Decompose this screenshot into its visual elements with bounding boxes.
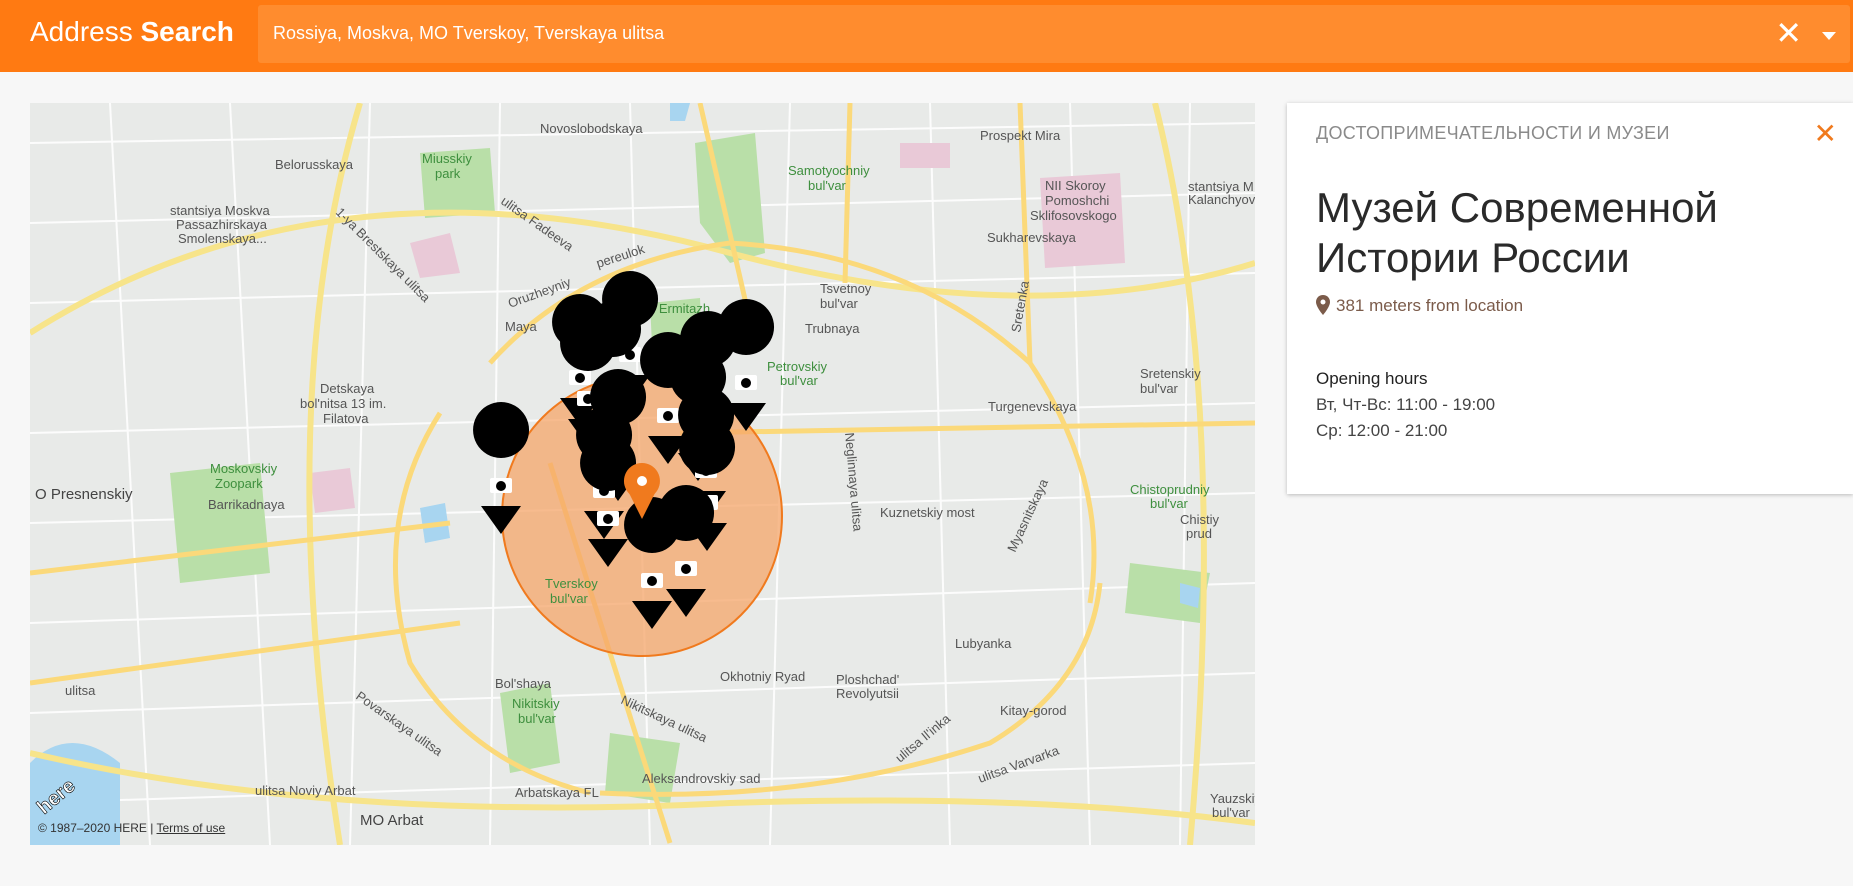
map-view[interactable]: Novoslobodskaya Prospekt Mira Belorusska… <box>30 103 1255 845</box>
map-canvas[interactable]: Novoslobodskaya Prospekt Mira Belorusska… <box>30 103 1255 845</box>
svg-text:Pomoshchi: Pomoshchi <box>1045 193 1109 208</box>
app-title: Address Search <box>30 16 234 47</box>
top-bar: Address Search Rossiya, Moskva, MO Tvers… <box>0 0 1853 72</box>
svg-text:Prospekt Mira: Prospekt Mira <box>980 128 1061 143</box>
svg-text:O Presnenskiy: O Presnenskiy <box>35 486 133 503</box>
svg-text:Aleksandrovskiy sad: Aleksandrovskiy sad <box>642 771 761 786</box>
search-input[interactable]: Rossiya, Moskva, MO Tverskoy, Tverskaya … <box>273 23 664 44</box>
svg-text:Barrikadnaya: Barrikadnaya <box>208 497 285 512</box>
svg-text:stantsiya Moskva: stantsiya Moskva <box>170 203 270 218</box>
close-icon[interactable]: ✕ <box>1775 17 1802 49</box>
svg-text:Novoslobodskaya: Novoslobodskaya <box>540 121 643 136</box>
svg-text:ulitsa: ulitsa <box>65 683 96 698</box>
svg-text:bul'var: bul'var <box>1140 381 1179 396</box>
opening-hours-line: Вт, Чт-Вс: 11:00 - 19:00 <box>1316 395 1496 414</box>
svg-text:Arbatskaya FL: Arbatskaya FL <box>515 785 599 800</box>
svg-text:Zoopark: Zoopark <box>215 476 263 491</box>
svg-text:bul'var: bul'var <box>550 591 589 606</box>
location-pin-icon <box>1316 295 1330 315</box>
svg-text:Turgenevskaya: Turgenevskaya <box>988 399 1077 414</box>
svg-text:Nikitskiy: Nikitskiy <box>512 696 560 711</box>
svg-text:Okhotniy Ryad: Okhotniy Ryad <box>720 669 805 684</box>
svg-text:bul'var: bul'var <box>780 373 819 388</box>
svg-text:Kalanchyov: Kalanchyov <box>1188 192 1255 207</box>
svg-text:Trubnaya: Trubnaya <box>805 321 860 336</box>
svg-text:Passazhirskaya: Passazhirskaya <box>176 217 268 232</box>
svg-text:Sklifosovskogo: Sklifosovskogo <box>1030 208 1117 223</box>
opening-hours-line: Ср: 12:00 - 21:00 <box>1316 421 1448 440</box>
svg-text:ulitsa Noviy Arbat: ulitsa Noviy Arbat <box>255 783 356 798</box>
svg-text:park: park <box>435 166 461 181</box>
svg-text:bol'nitsa 13 im.: bol'nitsa 13 im. <box>300 396 386 411</box>
poi-details-panel: ДОСТОПРИМЕЧАТЕЛЬНОСТИ И МУЗЕИ ✕ Музей Со… <box>1287 103 1853 494</box>
svg-text:bul'var: bul'var <box>1212 805 1251 820</box>
svg-text:Kitay-gorod: Kitay-gorod <box>1000 703 1066 718</box>
svg-text:bul'var: bul'var <box>820 296 859 311</box>
svg-text:Belorusskaya: Belorusskaya <box>275 157 354 172</box>
svg-text:bul'var: bul'var <box>518 711 557 726</box>
poi-distance: 381 meters from location <box>1316 295 1523 316</box>
svg-text:bul'var: bul'var <box>808 178 847 193</box>
svg-text:Kuznetskiy most: Kuznetskiy most <box>880 505 975 520</box>
svg-text:MO Arbat: MO Arbat <box>360 812 424 829</box>
svg-text:Moskovskiy: Moskovskiy <box>210 461 278 476</box>
svg-text:Revolyutsii: Revolyutsii <box>836 686 899 701</box>
poi-category: ДОСТОПРИМЕЧАТЕЛЬНОСТИ И МУЗЕИ <box>1316 123 1670 143</box>
svg-text:NII Skoroy: NII Skoroy <box>1045 178 1106 193</box>
svg-text:bul'var: bul'var <box>1150 496 1189 511</box>
svg-text:Samotyochniy: Samotyochniy <box>788 163 870 178</box>
svg-text:Detskaya: Detskaya <box>320 381 375 396</box>
svg-text:Petrovskiy: Petrovskiy <box>767 359 827 374</box>
svg-text:Chistoprudniy: Chistoprudniy <box>1130 482 1210 497</box>
svg-text:Ploshchad': Ploshchad' <box>836 672 899 687</box>
svg-text:Tverskoy: Tverskoy <box>545 576 598 591</box>
opening-hours-heading: Opening hours <box>1316 369 1428 388</box>
svg-text:Maya: Maya <box>505 319 538 334</box>
terms-of-use-link[interactable]: Terms of use <box>157 821 226 835</box>
svg-text:Sukharevskaya: Sukharevskaya <box>987 230 1077 245</box>
address-search-box[interactable]: Rossiya, Moskva, MO Tverskoy, Tverskaya … <box>258 5 1850 63</box>
svg-text:Filatova: Filatova <box>323 411 369 426</box>
svg-text:Smolenskaya...: Smolenskaya... <box>178 231 267 246</box>
close-icon[interactable]: ✕ <box>1814 117 1837 150</box>
svg-text:Chistiy: Chistiy <box>1180 512 1220 527</box>
svg-text:Lubyanka: Lubyanka <box>955 636 1012 651</box>
map-attribution: © 1987–2020 HERE | Terms of use <box>38 821 226 835</box>
svg-text:prud: prud <box>1186 526 1212 541</box>
svg-text:Bol'shaya: Bol'shaya <box>495 676 552 691</box>
svg-text:Yauzskiy: Yauzskiy <box>1210 791 1255 806</box>
poi-title: Музей Современной Истории России <box>1316 184 1718 281</box>
svg-text:Sretenskiy: Sretenskiy <box>1140 366 1201 381</box>
svg-text:Miusskiy: Miusskiy <box>422 151 472 166</box>
caret-down-icon[interactable] <box>1822 32 1836 40</box>
svg-text:Tsvetnoy: Tsvetnoy <box>820 281 872 296</box>
